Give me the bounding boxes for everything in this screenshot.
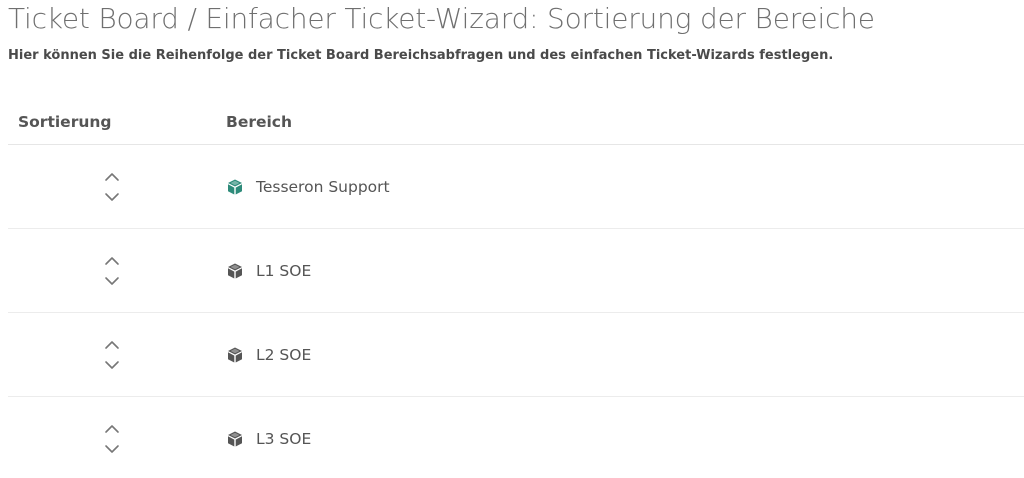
- move-down-icon[interactable]: [102, 357, 122, 373]
- area-cell: L1 SOE: [216, 262, 1024, 280]
- area-label: L1 SOE: [256, 261, 312, 280]
- page: Ticket Board / Einfacher Ticket-Wizard: …: [0, 0, 1024, 478]
- column-header-area: Bereich: [226, 113, 293, 131]
- sort-controls: [8, 337, 216, 373]
- move-up-icon[interactable]: [102, 337, 122, 353]
- table-row: L3 SOE: [8, 397, 1024, 478]
- cube-icon: [226, 262, 244, 280]
- move-down-icon[interactable]: [102, 441, 122, 457]
- area-cell: L3 SOE: [216, 430, 1024, 448]
- area-cell: L2 SOE: [216, 346, 1024, 364]
- move-down-icon[interactable]: [102, 273, 122, 289]
- move-down-icon[interactable]: [102, 189, 122, 205]
- page-title: Ticket Board / Einfacher Ticket-Wizard: …: [8, 2, 875, 35]
- area-cell: Tesseron Support: [216, 178, 1024, 196]
- cube-icon: [226, 178, 244, 196]
- move-up-icon[interactable]: [102, 169, 122, 185]
- page-subtitle: Hier können Sie die Reihenfolge der Tick…: [8, 48, 834, 63]
- move-up-icon[interactable]: [102, 421, 122, 437]
- table-header: Sortierung Bereich: [8, 100, 1024, 145]
- sort-controls: [8, 169, 216, 205]
- sort-table: Sortierung Bereich Tesseron Support L1 SO…: [8, 100, 1024, 478]
- sort-controls: [8, 421, 216, 457]
- table-row: L1 SOE: [8, 229, 1024, 313]
- cube-icon: [226, 346, 244, 364]
- cube-icon: [226, 430, 244, 448]
- column-header-sort: Sortierung: [18, 113, 112, 131]
- area-label: L3 SOE: [256, 430, 312, 448]
- area-label: L2 SOE: [256, 345, 312, 364]
- sort-controls: [8, 253, 216, 289]
- table-row: Tesseron Support: [8, 145, 1024, 229]
- area-label: Tesseron Support: [256, 177, 390, 196]
- table-body: Tesseron Support L1 SOE L2 SOE L3 SOE: [8, 145, 1024, 478]
- table-row: L2 SOE: [8, 313, 1024, 397]
- move-up-icon[interactable]: [102, 253, 122, 269]
